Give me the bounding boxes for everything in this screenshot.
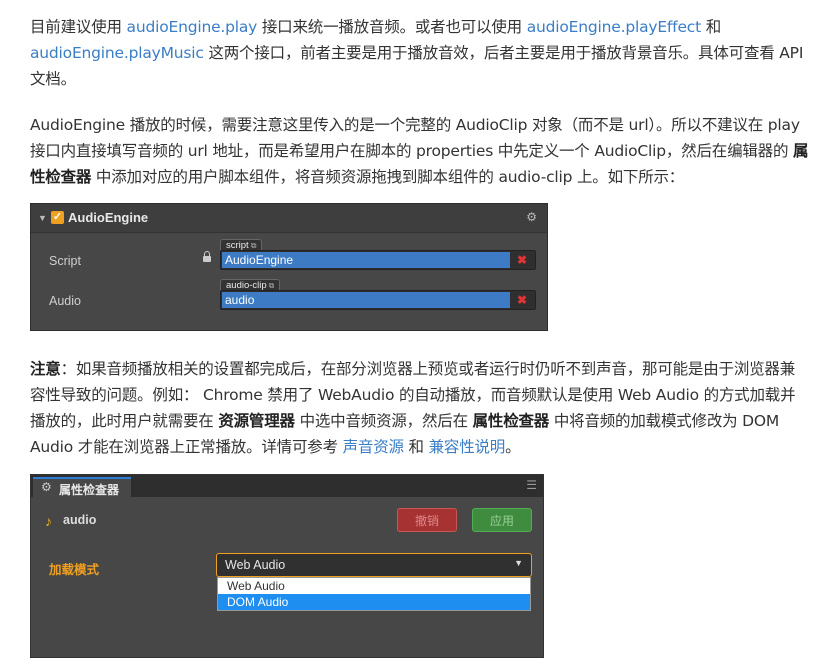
bold-asset-manager: 资源管理器 bbox=[218, 412, 295, 430]
bold-inspector: 属性检查器 bbox=[472, 412, 550, 430]
audioengine-play-link[interactable]: audioEngine.play bbox=[127, 18, 258, 36]
asset-name: audio bbox=[63, 513, 97, 527]
compatibility-link[interactable]: 兼容性说明 bbox=[429, 438, 506, 456]
audioengine-component-panel: ▼ ✓ AudioEngine ⚙ Script script ⧉ AudioEn… bbox=[30, 203, 548, 331]
text-span: 目前建议使用 bbox=[30, 18, 127, 36]
play-effect-link[interactable]: audioEngine.playEffect bbox=[527, 18, 701, 36]
inspector-panel: ⚙ 属性检查器 ☰ ♪ audio 撤销 应用 加载模式 Web Audio ▼… bbox=[30, 474, 544, 658]
text-span: 中添加对应的用户脚本组件，将音频资源拖拽到脚本组件的 audio-clip 上。… bbox=[91, 168, 685, 186]
text-span: 中选中音频资源，然后在 bbox=[294, 412, 473, 430]
text-span: 接口来统一播放音频。或者也可以使用 bbox=[257, 18, 527, 36]
dropdown-arrow-icon: ▼ bbox=[514, 558, 523, 568]
text-span: 和 bbox=[700, 18, 722, 36]
tab-label: 属性检查器 bbox=[59, 483, 120, 497]
enabled-checkbox[interactable]: ✓ bbox=[51, 211, 64, 224]
option-web-audio[interactable]: Web Audio bbox=[218, 578, 530, 594]
text-span: AudioEngine 播放的时候，需要注意这里传入的是一个完整的 AudioC… bbox=[30, 116, 800, 160]
script-field[interactable]: AudioEngine ✖ bbox=[220, 250, 536, 270]
audio-value: audio bbox=[222, 292, 510, 308]
intro-paragraph: 目前建议使用 audioEngine.play 接口来统一播放音频。或者也可以使… bbox=[30, 14, 810, 92]
text-span: 和 bbox=[403, 438, 429, 456]
music-note-icon: ♪ bbox=[45, 513, 52, 529]
external-link-icon: ⧉ bbox=[268, 281, 275, 290]
clear-audio-icon[interactable]: ✖ bbox=[513, 292, 531, 308]
bold-note: 注意 bbox=[30, 360, 61, 378]
audio-asset-link[interactable]: 声音资源 bbox=[343, 438, 404, 456]
script-value: AudioEngine bbox=[222, 252, 510, 268]
load-mode-select[interactable]: Web Audio ▼ bbox=[216, 553, 532, 577]
text-span: 。 bbox=[505, 438, 521, 456]
apply-button[interactable]: 应用 bbox=[472, 508, 532, 532]
clear-script-icon[interactable]: ✖ bbox=[513, 252, 531, 268]
load-mode-label: 加载模式 bbox=[49, 563, 100, 577]
audio-label: Audio bbox=[49, 294, 81, 308]
revert-button[interactable]: 撤销 bbox=[397, 508, 457, 532]
play-music-link[interactable]: audioEngine.playMusic bbox=[30, 44, 204, 62]
audio-field[interactable]: audio ✖ bbox=[220, 290, 536, 310]
tab-bar: ⚙ 属性检查器 ☰ bbox=[31, 475, 543, 497]
selected-value: Web Audio bbox=[225, 558, 286, 572]
load-mode-options: Web Audio DOM Audio bbox=[217, 577, 531, 611]
option-dom-audio[interactable]: DOM Audio bbox=[218, 594, 530, 610]
note-paragraph: 注意：如果音频播放相关的设置都完成后，在部分浏览器上预览或者运行时仍听不到声音，… bbox=[30, 356, 810, 460]
script-label: Script bbox=[49, 254, 81, 268]
collapse-arrow-icon[interactable]: ▼ bbox=[38, 213, 47, 223]
tab-inspector[interactable]: ⚙ 属性检查器 bbox=[33, 477, 131, 497]
gear-icon: ⚙ bbox=[41, 480, 52, 494]
component-header: ▼ ✓ AudioEngine ⚙ bbox=[31, 204, 547, 233]
lock-icon bbox=[203, 251, 211, 262]
audioclip-paragraph: AudioEngine 播放的时候，需要注意这里传入的是一个完整的 AudioC… bbox=[30, 112, 810, 190]
external-link-icon: ⧉ bbox=[250, 241, 257, 250]
settings-gear-icon[interactable]: ⚙ bbox=[526, 210, 537, 224]
component-title: AudioEngine bbox=[68, 210, 149, 225]
panel-menu-icon[interactable]: ☰ bbox=[526, 478, 537, 492]
